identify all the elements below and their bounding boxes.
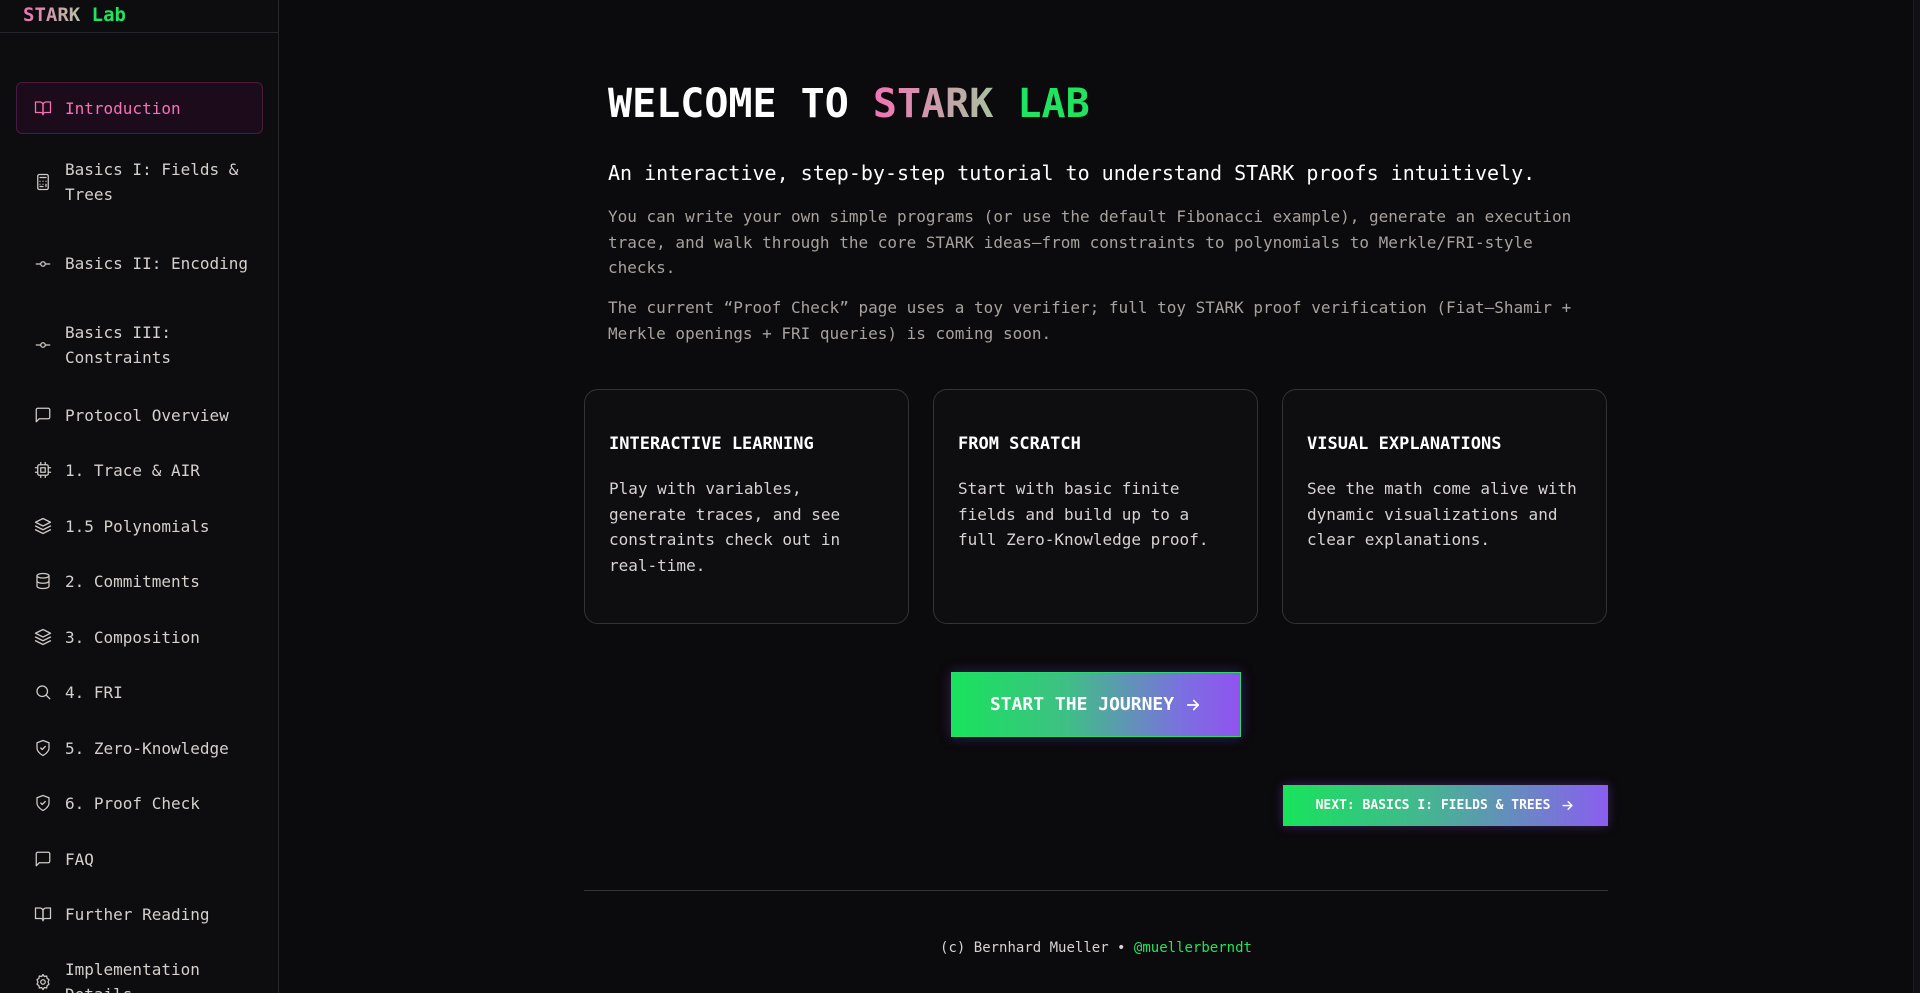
layers-icon <box>33 516 53 536</box>
sidebar-item-implementation-details[interactable]: Implementation Details <box>16 944 263 993</box>
git-commit-icon <box>33 254 53 274</box>
card-body: Start with basic finite fields and build… <box>958 479 1209 549</box>
sidebar-item-label: 1.5 Polynomials <box>65 516 210 536</box>
sidebar-item-4-fri[interactable]: 4. FRI <box>16 666 263 718</box>
main-content: WELCOME TO STARK LAB An interactive, ste… <box>280 0 1920 993</box>
brand-part-stark: STARK <box>23 4 81 26</box>
sidebar-item-label: Basics II: Encoding <box>65 254 249 273</box>
footer: (c) Bernhard Mueller • @muellerberndt <box>584 937 1608 959</box>
intro-paragraph-2: The current “Proof Check” page uses a to… <box>608 298 1572 343</box>
card-body: Play with variables, generate traces, an… <box>609 479 841 575</box>
arrow-right-icon <box>1184 696 1202 714</box>
start-journey-label: START THE JOURNEY <box>989 694 1175 715</box>
next-page-label: NEXT: BASICS I: FIELDS & TREES <box>1315 798 1551 813</box>
intro-paragraph-1: You can write your own simple programs (… <box>608 207 1572 277</box>
sidebar-item-label: FAQ <box>65 849 94 869</box>
sidebar-item-faq[interactable]: FAQ <box>16 833 263 885</box>
card-title: FROM SCRATCH <box>958 434 1081 454</box>
card-title: INTERACTIVE LEARNING <box>609 434 814 454</box>
title-lab: LAB <box>1017 81 1090 127</box>
sidebar-item-label: 6. Proof Check <box>65 793 200 813</box>
message-square-icon <box>33 849 53 869</box>
sidebar-item-3-composition[interactable]: 3. Composition <box>16 611 263 663</box>
git-commit-icon <box>33 335 53 355</box>
sidebar-item-6-proof-check[interactable]: 6. Proof Check <box>16 777 263 829</box>
title-prefix: WELCOME TO <box>608 81 873 127</box>
settings-icon <box>33 972 53 992</box>
sidebar-item-label: 4. FRI <box>65 682 123 702</box>
sidebar-item-label: 5. Zero-Knowledge <box>65 738 229 758</box>
sidebar-item-label: Protocol Overview <box>65 405 229 425</box>
next-page-button[interactable]: NEXT: BASICS I: FIELDS & TREES <box>1283 785 1608 826</box>
sidebar-item-label: Implementation Details <box>65 959 200 993</box>
author-handle-link[interactable]: @muellerberndt <box>1134 940 1252 956</box>
sidebar-item-label: Introduction <box>65 98 181 118</box>
sidebar-item-label: Basics I: Fields & Trees <box>65 159 239 204</box>
sidebar-item-2-commitments[interactable]: 2. Commitments <box>16 555 263 607</box>
sidebar-item-5-zero-knowledge[interactable]: 5. Zero-Knowledge <box>16 722 263 774</box>
sidebar: STARK Lab Introduction Basics I: Fields &… <box>0 0 279 993</box>
shield-check-icon <box>33 793 53 813</box>
sidebar-item-basics-ii-encoding[interactable]: Basics II: Encoding <box>16 226 263 301</box>
sidebar-item-label: 2. Commitments <box>65 571 200 591</box>
brand-logo[interactable]: STARK Lab <box>0 0 278 33</box>
page-title: WELCOME TO STARK LAB <box>608 80 1090 128</box>
sidebar-item-introduction[interactable]: Introduction <box>16 82 263 134</box>
scrollbar[interactable] <box>1913 0 1920 993</box>
start-journey-button[interactable]: START THE JOURNEY <box>951 672 1241 737</box>
database-icon <box>33 571 53 591</box>
lead-text: An interactive, step-by-step tutorial to… <box>608 161 1536 185</box>
feature-card-interactive-learning: INTERACTIVE LEARNING Play with variables… <box>584 389 909 624</box>
book-open-icon <box>33 98 53 118</box>
sidebar-item-label: 1. Trace & AIR <box>65 460 200 480</box>
card-title: VISUAL EXPLANATIONS <box>1307 434 1502 454</box>
card-body: See the math come alive with dynamic vis… <box>1307 479 1577 549</box>
brand-part-lab: Lab <box>91 4 126 26</box>
sidebar-item-1-5-polynomials[interactable]: 1.5 Polynomials <box>16 500 263 552</box>
sidebar-item-further-reading[interactable]: Further Reading <box>16 888 263 940</box>
footer-copyright: (c) Bernhard Mueller • <box>940 940 1134 956</box>
message-square-icon <box>33 405 53 425</box>
layers-icon <box>33 627 53 647</box>
search-icon <box>33 682 53 702</box>
feature-card-from-scratch: FROM SCRATCH Start with basic finite fie… <box>933 389 1258 624</box>
sidebar-item-basics-iii-constraints[interactable]: Basics III: Constraints <box>16 307 263 382</box>
title-stark: STARK <box>872 81 994 127</box>
shield-check-icon <box>33 738 53 758</box>
sidebar-item-basics-i-fields-trees[interactable]: Basics I: Fields & Trees <box>16 144 263 219</box>
sidebar-item-1-trace-air[interactable]: 1. Trace & AIR <box>16 444 263 496</box>
cpu-icon <box>33 460 53 480</box>
sidebar-item-label: Basics III: Constraints <box>65 322 171 367</box>
sidebar-item-protocol-overview[interactable]: Protocol Overview <box>16 389 263 441</box>
feature-card-visual-explanations: VISUAL EXPLANATIONS See the math come al… <box>1282 389 1607 624</box>
book-open-icon <box>33 904 53 924</box>
calculator-icon <box>33 172 53 192</box>
footer-divider <box>584 890 1608 891</box>
sidebar-item-label: 3. Composition <box>65 627 200 647</box>
arrow-right-icon <box>1560 798 1575 813</box>
sidebar-item-label: Further Reading <box>65 904 210 924</box>
